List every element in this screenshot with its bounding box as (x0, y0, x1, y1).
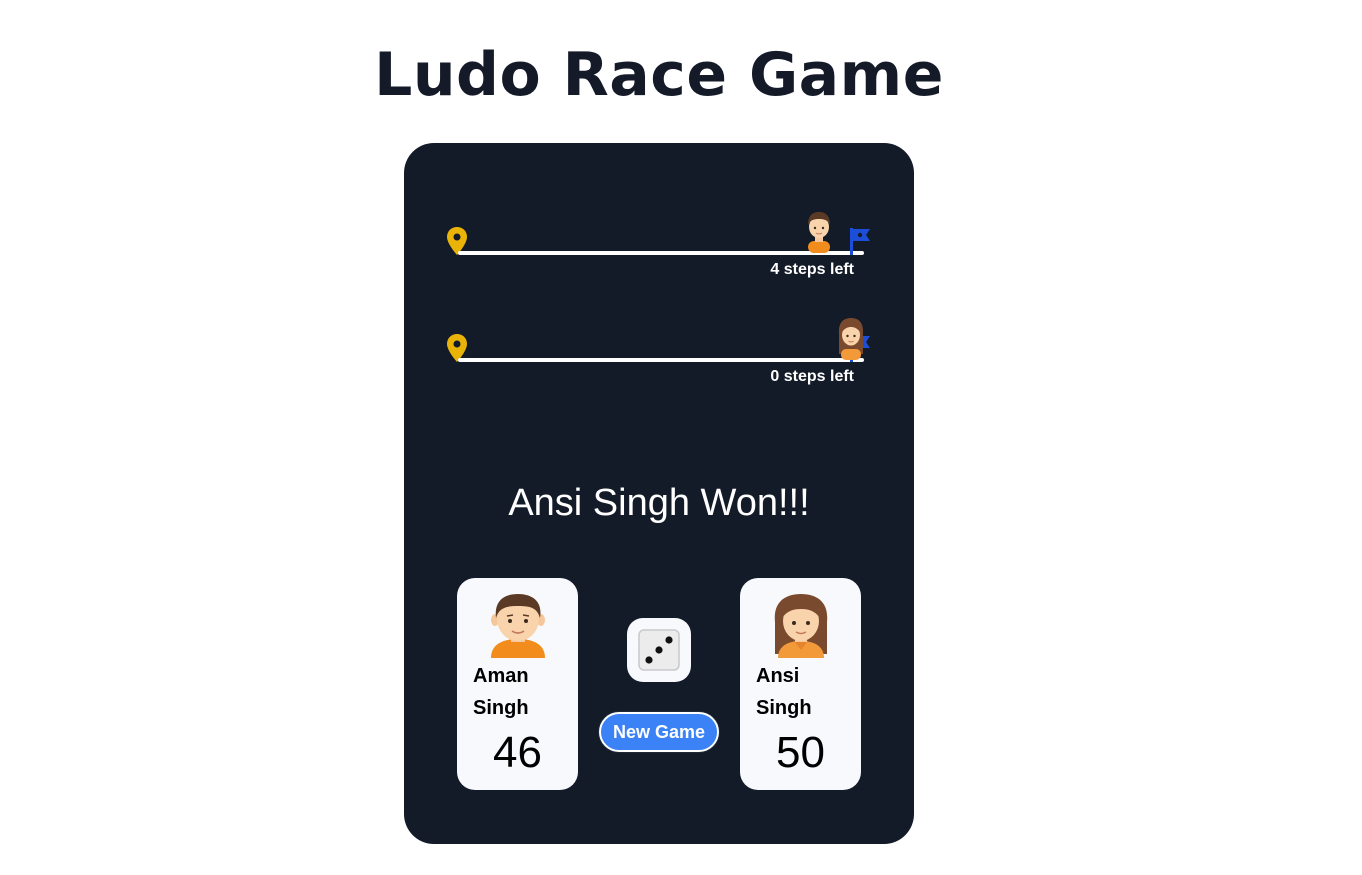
steps-left-label: 4 steps left (770, 261, 854, 278)
boy-token-icon (808, 212, 830, 253)
player-score: 50 (776, 728, 825, 777)
finish-flag-icon (850, 228, 870, 255)
girl-avatar-icon (774, 594, 828, 658)
player-name: Aman Singh (473, 665, 529, 719)
winner-message: Ansi Singh Won!!! (508, 482, 810, 524)
player-card-ansi: Ansi Singh 50 (740, 578, 861, 790)
race-track-player-1: 4 steps left (446, 211, 870, 281)
player-score: 46 (493, 728, 542, 777)
race-track-player-2: 0 steps left (446, 318, 870, 388)
steps-left-label: 0 steps left (770, 368, 854, 385)
dice-button[interactable] (627, 618, 691, 682)
track-line (458, 358, 864, 362)
page-title: Ludo Race Game (374, 40, 944, 110)
girl-token-icon (838, 318, 864, 360)
player-name: Ansi Singh (756, 665, 812, 719)
game-board: 4 steps left 0 steps left Ansi Singh Won… (404, 143, 914, 844)
new-game-button[interactable]: New Game (599, 712, 719, 752)
player-card-aman: Aman Singh 46 (457, 578, 578, 790)
boy-avatar-icon (491, 594, 545, 658)
dice-three-icon (638, 629, 680, 671)
